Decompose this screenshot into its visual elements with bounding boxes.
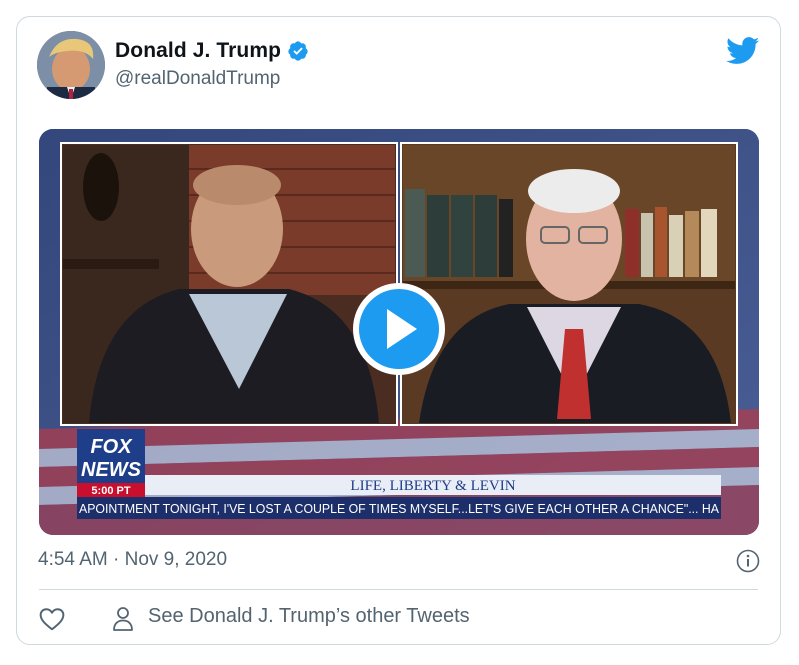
play-button[interactable] xyxy=(353,283,445,375)
ticker-text: APOINTMENT TONIGHT, I'VE LOST A COUPLE O… xyxy=(79,502,720,516)
right-video-panel xyxy=(400,142,738,426)
avatar-image xyxy=(37,31,105,99)
tweet-card: Donald J. Trump @realDonaldTrump FOX NEW… xyxy=(16,16,781,645)
person-icon xyxy=(113,607,133,631)
twitter-bird-icon[interactable] xyxy=(726,37,760,65)
author-name-row[interactable]: Donald J. Trump xyxy=(115,39,309,63)
fox-logo-bottom: NEWS xyxy=(81,459,142,481)
video-player[interactable]: FOX NEWS 5:00 PT LIFE, LIBERTY & LEVIN A… xyxy=(39,129,759,535)
author-handle[interactable]: @realDonaldTrump xyxy=(115,68,280,90)
verified-badge-icon xyxy=(288,41,308,61)
fox-logo-top: FOX xyxy=(90,436,133,458)
other-tweets-link[interactable]: See Donald J. Trump’s other Tweets xyxy=(148,605,470,628)
heart-icon[interactable] xyxy=(39,607,65,631)
show-title: LIFE, LIBERTY & LEVIN xyxy=(350,478,515,494)
video-frame: FOX NEWS 5:00 PT LIFE, LIBERTY & LEVIN A… xyxy=(39,129,759,535)
fox-time: 5:00 PT xyxy=(91,485,130,497)
author-name[interactable]: Donald J. Trump xyxy=(115,39,281,63)
info-icon[interactable] xyxy=(736,549,760,573)
divider xyxy=(39,589,758,590)
avatar[interactable] xyxy=(37,31,105,99)
left-video-panel xyxy=(60,142,398,426)
tweet-timestamp[interactable]: 4:54 AM · Nov 9, 2020 xyxy=(38,549,227,571)
